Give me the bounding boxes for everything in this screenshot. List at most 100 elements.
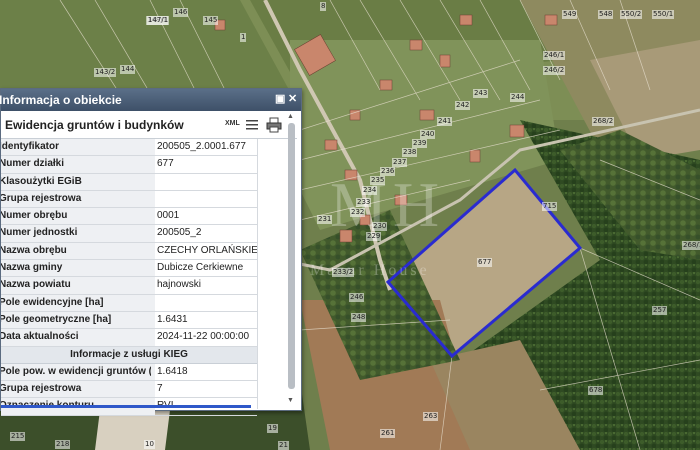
parcel-number-label: 548 [598,10,614,19]
attribute-value: 2024-11-22 00:00:00 [157,331,250,343]
attribute-key-text: Nazwa gminy [1,262,63,274]
minimize-icon[interactable]: ▣ [275,92,285,106]
attribute-row: Pole pow. w ewidencji gruntów (ha) 1.6418 [1,363,257,382]
parcel-number-label: 8 [320,2,327,11]
parcel-number-label: 235 [370,176,386,185]
object-info-panel: Informacja o obiekcie ▣ ✕ Ewidencja grun… [0,88,302,416]
attribute-key-text: Nazwa powiatu [1,279,71,291]
attribute-key-text: Klasoużytki EGiB [1,175,82,187]
list-icon[interactable] [245,118,259,132]
attribute-key: Klasoużytki EGiB [1,176,151,187]
attribute-key-text: Numer działki [1,158,65,170]
attribute-key: Numer działki [1,158,151,169]
attribute-value: 200505_2 [157,227,202,239]
parcel-number-label: 229 [366,232,382,241]
xml-export-button[interactable]: XML [225,120,240,127]
parcel-number-label: 678 [588,386,604,395]
attribute-key: Nazwa gminy [1,262,151,273]
attribute-table: Identyfikator 200505_2.0001.677 Numer dzia… [1,139,258,416]
section-header-kieg: Informacje z usługi KIEG [1,346,257,364]
parcel-number-label: 550/1 [652,10,675,19]
attribute-row: Nazwa powiatu hajnowski [1,277,257,295]
vertical-scrollbar[interactable]: ▲ ▼ [286,111,298,409]
attribute-key-text: Data aktualności [1,331,79,343]
attribute-key: Grupa rejestrowa [1,193,151,204]
subtitle: Ewidencja gruntów i budynków [5,118,184,132]
attribute-key: Numer obrębu [1,210,151,221]
attribute-key-text: Nazwa obrębu [1,244,67,256]
parcel-number-label: 145 [203,16,219,25]
attribute-key: Pole ewidencyjne [ha] [1,297,151,308]
panel-title: Informacja o obiekcie [0,93,122,107]
parcel-number-label: 238 [402,148,418,157]
parcel-number-label: 10 [144,440,155,449]
attribute-key: Grupa rejestrowa [1,383,151,394]
parcel-number-label: 146 [173,8,189,17]
parcel-number-label: 236 [380,167,396,176]
attribute-key-text: Pole pow. w ewidencji gruntów (ha) [1,365,151,377]
attribute-value: 0001 [157,210,180,222]
parcel-number-label: 246/1 [543,51,566,60]
parcel-number-label: 550/2 [620,10,643,19]
scroll-up-icon[interactable]: ▲ [287,113,294,120]
parcel-number-label: 261 [380,429,396,438]
parcel-number-label: 233 [356,198,372,207]
parcel-number-label: 234 [362,186,378,195]
parcel-number-label: 246/2 [543,66,566,75]
watermark-text: Mazur House [310,262,430,279]
parcel-number-label: 240 [420,130,436,139]
attribute-row: Nazwa gminy Dubicze Cerkiewne [1,260,257,278]
panel-subheader: Ewidencja gruntów i budynków XML [1,112,297,139]
parcel-number-label: 244 [510,93,526,102]
parcel-number-label: 263 [423,412,439,421]
attribute-key-text: Identyfikator [1,141,60,152]
attribute-key: Nazwa obrębu [1,245,151,256]
parcel-number-label: 243 [473,89,489,98]
parcel-number-label: 715 [542,202,558,211]
attribute-key-text: Numer obrębu [1,210,68,222]
panel-header[interactable]: Informacja o obiekcie ▣ ✕ [0,89,301,111]
attribute-row: Numer jednostki 200505_2 [1,225,257,243]
attribute-key: Nazwa powiatu [1,279,151,290]
attribute-value: 200505_2.0001.677 [157,141,246,152]
parcel-number-label: 242 [455,101,471,110]
scrollbar-thumb[interactable] [288,123,295,389]
parcel-number-label: 144 [120,65,136,74]
attribute-key: Pole geometryczne [ha] [1,314,151,325]
print-icon[interactable] [266,117,282,133]
parcel-number-label: 677 [477,258,493,267]
parcel-number-label: 21 [278,441,289,450]
parcel-number-label: 268/1 [682,241,700,250]
parcel-number-label: 246 [349,293,365,302]
attribute-row: Identyfikator 200505_2.0001.677 [1,139,257,157]
parcel-number-label: 237 [392,158,408,167]
parcel-number-label: 231 [317,215,333,224]
parcel-number-label: 233/2 [332,268,355,277]
attribute-value: 677 [157,158,174,170]
attribute-value: 1.6418 [157,365,188,377]
horizontal-scrollbar[interactable] [1,405,251,408]
close-icon[interactable]: ✕ [288,92,297,106]
parcel-number-label: 268/2 [592,117,615,126]
parcel-number-label: 549 [562,10,578,19]
attribute-value: hajnowski [157,279,201,291]
attribute-key: Data aktualności [1,331,151,342]
attribute-row: Pole ewidencyjne [ha] [1,294,257,312]
column-divider [257,139,258,409]
parcel-number-label: 218 [55,440,71,449]
parcel-number-label: 19 [267,424,278,433]
parcel-number-label: 1 [240,33,247,42]
parcel-number-label: 241 [437,117,453,126]
attribute-value: 1.6431 [157,313,188,325]
parcel-number-label: 230 [372,222,388,231]
attribute-key-text: Grupa rejestrowa [1,383,82,395]
attribute-row: Data aktualności 2024-11-22 00:00:00 [1,329,257,347]
attribute-row: Nazwa obrębu CZECHY ORLAŃSKIE [1,242,258,261]
attribute-key-text: Pole geometryczne [ha] [1,313,112,325]
parcel-number-label: 143/2 [94,68,117,77]
attribute-value: CZECHY ORLAŃSKIE [157,244,258,256]
attribute-row: Grupa rejestrowa [1,190,257,209]
scroll-down-icon[interactable]: ▼ [287,397,294,404]
attribute-key-text: Numer jednostki [1,227,78,239]
watermark-logo: MH [330,169,446,240]
